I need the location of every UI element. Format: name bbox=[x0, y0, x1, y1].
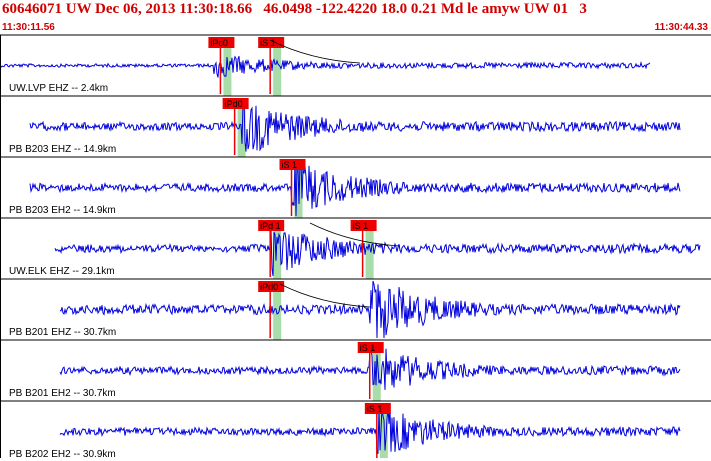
pick-label: iS 1 bbox=[360, 343, 376, 353]
pick-label: iS 1 bbox=[260, 38, 276, 48]
station-label: PB B201 EH2 -- 30.7km bbox=[9, 388, 116, 399]
pick-band bbox=[273, 47, 282, 96]
waveform-trace bbox=[59, 280, 681, 339]
station-label: PB B202 EH2 -- 30.9km bbox=[9, 449, 116, 460]
station-label: UW.LVP EHZ -- 2.4km bbox=[9, 83, 109, 94]
pick-label: iPd0 bbox=[260, 282, 278, 292]
station-label: PB B203 EHZ -- 14.9km bbox=[9, 144, 117, 155]
pick-band bbox=[365, 230, 374, 279]
pick-label: iPd 1 bbox=[260, 221, 281, 231]
station-label: PB B203 EH2 -- 14.9km bbox=[9, 205, 116, 216]
pick-label: iS 1 bbox=[353, 221, 369, 231]
pick-band bbox=[273, 291, 282, 340]
travel-time-curve bbox=[279, 283, 371, 308]
pick-label: iPd0 bbox=[225, 99, 243, 109]
waveform-trace bbox=[0, 55, 651, 78]
pick-label: iPc0 bbox=[210, 38, 228, 48]
pick-band bbox=[223, 47, 232, 96]
station-label: PB B201 EHZ -- 30.7km bbox=[9, 327, 117, 338]
pick-label: iS 1 bbox=[367, 404, 383, 414]
waveform-trace bbox=[54, 229, 701, 276]
waveform-trace bbox=[29, 98, 681, 152]
station-label: UW.ELK EHZ -- 29.1km bbox=[9, 266, 115, 277]
waveform-trace bbox=[29, 160, 681, 217]
pick-label: iS 1 bbox=[282, 160, 298, 170]
